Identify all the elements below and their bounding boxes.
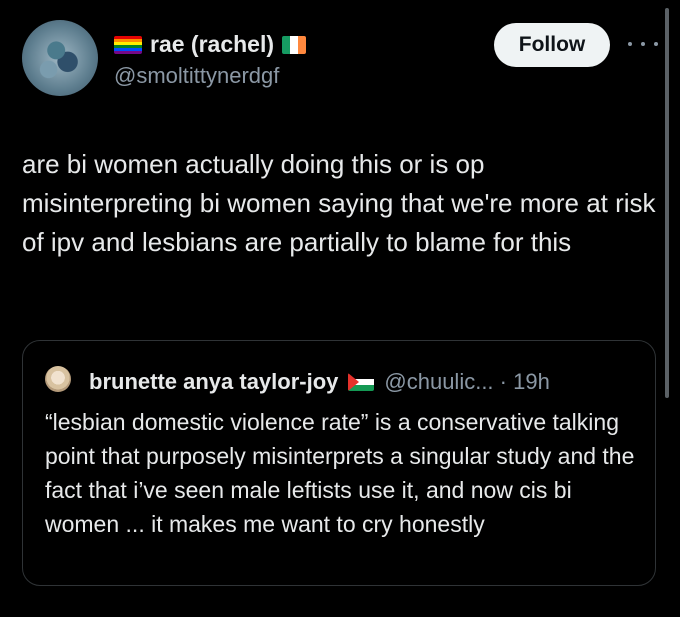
quote-author-name[interactable]: brunette anya taylor-joy <box>89 369 338 394</box>
scrollbar[interactable] <box>665 8 669 398</box>
quote-timestamp[interactable]: 19h <box>513 369 550 394</box>
quote-author-avatar[interactable] <box>45 366 71 392</box>
quote-text: “lesbian domestic violence rate” is a co… <box>45 409 635 537</box>
palestine-flag-icon <box>348 373 375 391</box>
quote-author-handle[interactable]: @chuulic... <box>384 369 493 394</box>
ireland-flag-icon <box>282 36 307 54</box>
author-handle[interactable]: @smoltittynerdgf <box>114 63 279 89</box>
tweet-text: are bi women actually doing this or is o… <box>22 149 656 257</box>
pride-flag-icon <box>114 36 142 54</box>
follow-button[interactable]: Follow <box>494 23 610 67</box>
meta-separator: · <box>499 369 507 394</box>
author-name-text: rae (rachel) <box>150 31 275 57</box>
more-options-icon[interactable] <box>628 34 658 54</box>
quote-author-line: brunette anya taylor-joy @chuulic... · 19… <box>89 369 550 395</box>
quoted-tweet-card[interactable]: brunette anya taylor-joy @chuulic... · 19… <box>22 340 656 586</box>
author-display-name[interactable]: rae (rachel) <box>114 31 307 58</box>
author-avatar[interactable] <box>22 20 98 96</box>
